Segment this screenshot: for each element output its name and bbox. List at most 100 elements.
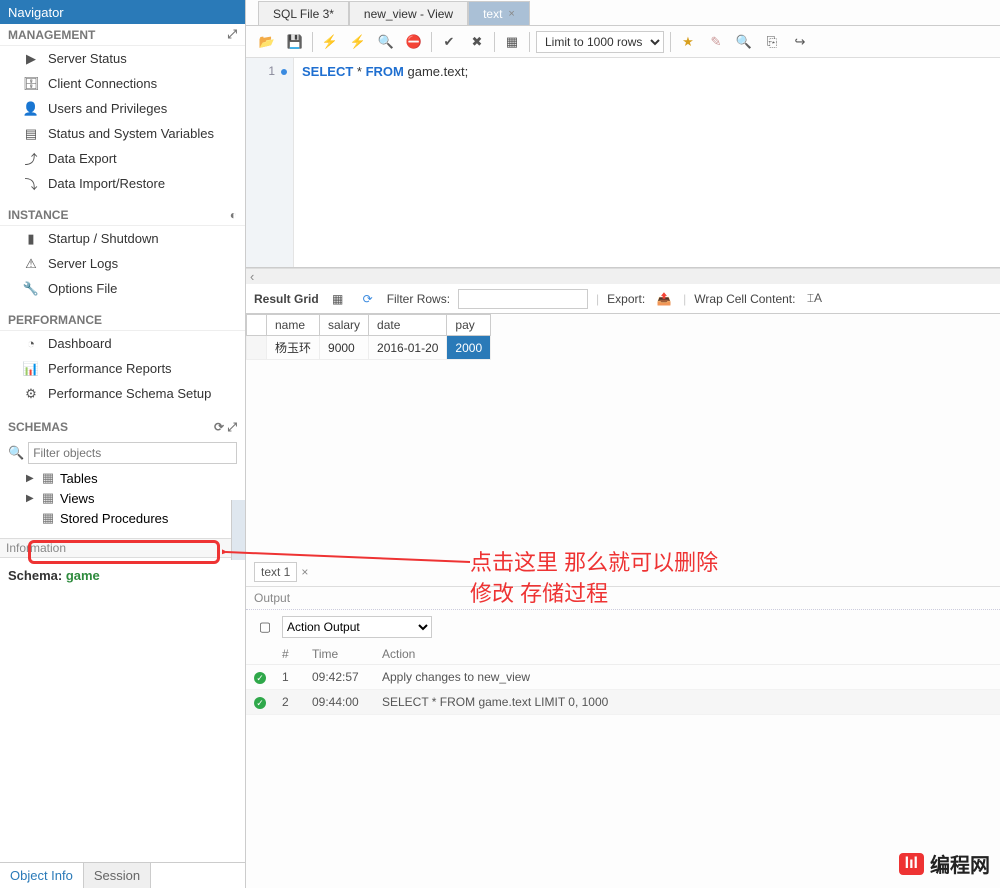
- log-time: 09:42:57: [304, 665, 374, 690]
- tab-object-info[interactable]: Object Info: [0, 863, 84, 888]
- expand-icon[interactable]: ⤢: [227, 420, 237, 434]
- nav-label: Status and System Variables: [48, 126, 214, 141]
- editor-tabs: SQL File 3* new_view - View text ×: [246, 0, 1000, 26]
- nav-status-variables[interactable]: ▤Status and System Variables: [0, 121, 245, 146]
- grid-data-row[interactable]: 杨玉环 9000 2016-01-20 2000: [247, 336, 491, 360]
- tab-sql-file-3[interactable]: SQL File 3*: [258, 1, 349, 25]
- cell-name[interactable]: 杨玉环: [267, 336, 320, 360]
- expand-arrow-icon[interactable]: ▶: [26, 473, 36, 484]
- execute-icon[interactable]: ⚡: [319, 31, 341, 53]
- cell-date[interactable]: 2016-01-20: [369, 336, 447, 360]
- sql-text: *: [353, 64, 365, 79]
- play-icon: ▶: [22, 50, 40, 68]
- stop-icon[interactable]: ⛔: [403, 31, 425, 53]
- row-limit-select[interactable]: Limit to 1000 rows: [536, 31, 664, 53]
- snippet-icon[interactable]: ⎘: [761, 31, 783, 53]
- editor-gutter: 1: [246, 58, 294, 267]
- log-row[interactable]: ✓ 1 09:42:57 Apply changes to new_view: [246, 665, 1000, 690]
- col-header-pay[interactable]: pay: [447, 315, 491, 336]
- expand-icon[interactable]: ⤢: [227, 27, 237, 42]
- log-num: 2: [274, 690, 304, 715]
- tab-new-view[interactable]: new_view - View: [349, 1, 468, 25]
- execute-step-icon[interactable]: ⚡: [347, 31, 369, 53]
- nav-client-connections[interactable]: 🗄Client Connections: [0, 71, 245, 96]
- subtab-text1[interactable]: text 1: [254, 562, 297, 582]
- grid-view-icon[interactable]: ▦: [327, 288, 349, 310]
- nav-label: Server Logs: [48, 256, 118, 271]
- refresh-icon[interactable]: ⟳: [214, 420, 224, 434]
- expand-arrow-icon[interactable]: ▶: [26, 493, 36, 504]
- log-action: SELECT * FROM game.text LIMIT 0, 1000: [374, 690, 1000, 715]
- schema-info-label: Schema:: [8, 568, 62, 583]
- expand-arrow-icon[interactable]: [26, 513, 36, 524]
- open-file-icon[interactable]: 📂: [256, 31, 278, 53]
- schemas-label: SCHEMAS: [8, 420, 68, 434]
- log-col-num: #: [274, 644, 304, 665]
- sidebar-scrollbar[interactable]: [231, 500, 245, 560]
- commit-icon[interactable]: ✔: [438, 31, 460, 53]
- sql-editor[interactable]: 1 SELECT * FROM game.text;: [246, 58, 1000, 268]
- nav-performance-reports[interactable]: 📊Performance Reports: [0, 356, 245, 381]
- result-grid-label: Result Grid: [254, 292, 319, 306]
- col-header-name[interactable]: name: [267, 315, 320, 336]
- export-label: Export:: [607, 292, 645, 306]
- wrap-toggle-icon[interactable]: ⌶A: [803, 288, 825, 310]
- annotation-text: 点击这里 那么就可以删除 修改 存储过程: [470, 548, 718, 610]
- nav-data-import[interactable]: ⤵Data Import/Restore: [0, 171, 245, 196]
- output-selector-row: ▢ Action Output: [246, 610, 1000, 644]
- star-icon[interactable]: ★: [677, 31, 699, 53]
- export-icon[interactable]: 📤: [653, 288, 675, 310]
- filter-rows-input[interactable]: [458, 289, 588, 309]
- editor-code[interactable]: SELECT * FROM game.text;: [302, 64, 468, 80]
- tab-label: SQL File 3*: [273, 7, 334, 21]
- cell-salary[interactable]: 9000: [320, 336, 369, 360]
- nav-startup-shutdown[interactable]: ▮Startup / Shutdown: [0, 226, 245, 251]
- refresh-icon[interactable]: ⟳: [357, 288, 379, 310]
- output-view-icon[interactable]: ▢: [254, 616, 276, 638]
- nav-dashboard[interactable]: ◔Dashboard: [0, 331, 245, 356]
- close-icon[interactable]: ×: [508, 8, 514, 20]
- col-header-date[interactable]: date: [369, 315, 447, 336]
- log-col-action: Action: [374, 644, 1000, 665]
- result-grid[interactable]: name salary date pay 杨玉环 9000 2016-01-20…: [246, 314, 491, 360]
- nav-server-status[interactable]: ▶Server Status: [0, 46, 245, 71]
- log-col-time: Time: [304, 644, 374, 665]
- log-header-row: # Time Action: [246, 644, 1000, 665]
- log-row[interactable]: ✓ 2 09:44:00 SELECT * FROM game.text LIM…: [246, 690, 1000, 715]
- rollback-icon[interactable]: ✖: [466, 31, 488, 53]
- row-marker[interactable]: [247, 336, 267, 360]
- save-icon[interactable]: 💾: [284, 31, 306, 53]
- tab-text[interactable]: text ×: [468, 1, 530, 25]
- toggle-icon[interactable]: ▦: [501, 31, 523, 53]
- tab-label: new_view - View: [364, 7, 453, 21]
- editor-h-scrollbar[interactable]: [246, 268, 1000, 284]
- tab-label: text: [483, 7, 502, 21]
- nav-performance-schema[interactable]: ⚙Performance Schema Setup: [0, 381, 245, 406]
- gear-icon: ⚙: [22, 385, 40, 403]
- instance-config-icon[interactable]: ◐: [230, 208, 237, 222]
- tree-stored-procedures[interactable]: ▦Stored Procedures: [26, 508, 245, 528]
- nav-options-file[interactable]: 🔧Options File: [0, 276, 245, 301]
- cell-pay-selected[interactable]: 2000: [447, 336, 491, 360]
- breakpoint-dot-icon: [281, 69, 287, 75]
- close-icon[interactable]: ×: [301, 565, 308, 579]
- filter-objects-input[interactable]: [28, 442, 237, 464]
- navigator-header: Navigator: [0, 0, 245, 24]
- output-type-select[interactable]: Action Output: [282, 616, 432, 638]
- tree-views[interactable]: ▶▦Views: [26, 488, 245, 508]
- pin-icon[interactable]: ↪: [789, 31, 811, 53]
- explain-icon[interactable]: 🔍: [375, 31, 397, 53]
- import-icon: ⤵: [22, 175, 40, 193]
- col-header-salary[interactable]: salary: [320, 315, 369, 336]
- nav-data-export[interactable]: ⤴Data Export: [0, 146, 245, 171]
- find-icon[interactable]: 🔍: [733, 31, 755, 53]
- watermark-text: 编程网: [930, 849, 990, 878]
- nav-server-logs[interactable]: ⚠Server Logs: [0, 251, 245, 276]
- filter-row: 🔍: [0, 438, 245, 468]
- tab-session[interactable]: Session: [84, 863, 151, 888]
- tree-tables[interactable]: ▶▦Tables: [26, 468, 245, 488]
- nav-label: Data Export: [48, 151, 117, 166]
- beautify-icon[interactable]: ✎: [705, 31, 727, 53]
- nav-users-privileges[interactable]: 👤Users and Privileges: [0, 96, 245, 121]
- annotation-line1: 点击这里 那么就可以删除: [470, 548, 718, 579]
